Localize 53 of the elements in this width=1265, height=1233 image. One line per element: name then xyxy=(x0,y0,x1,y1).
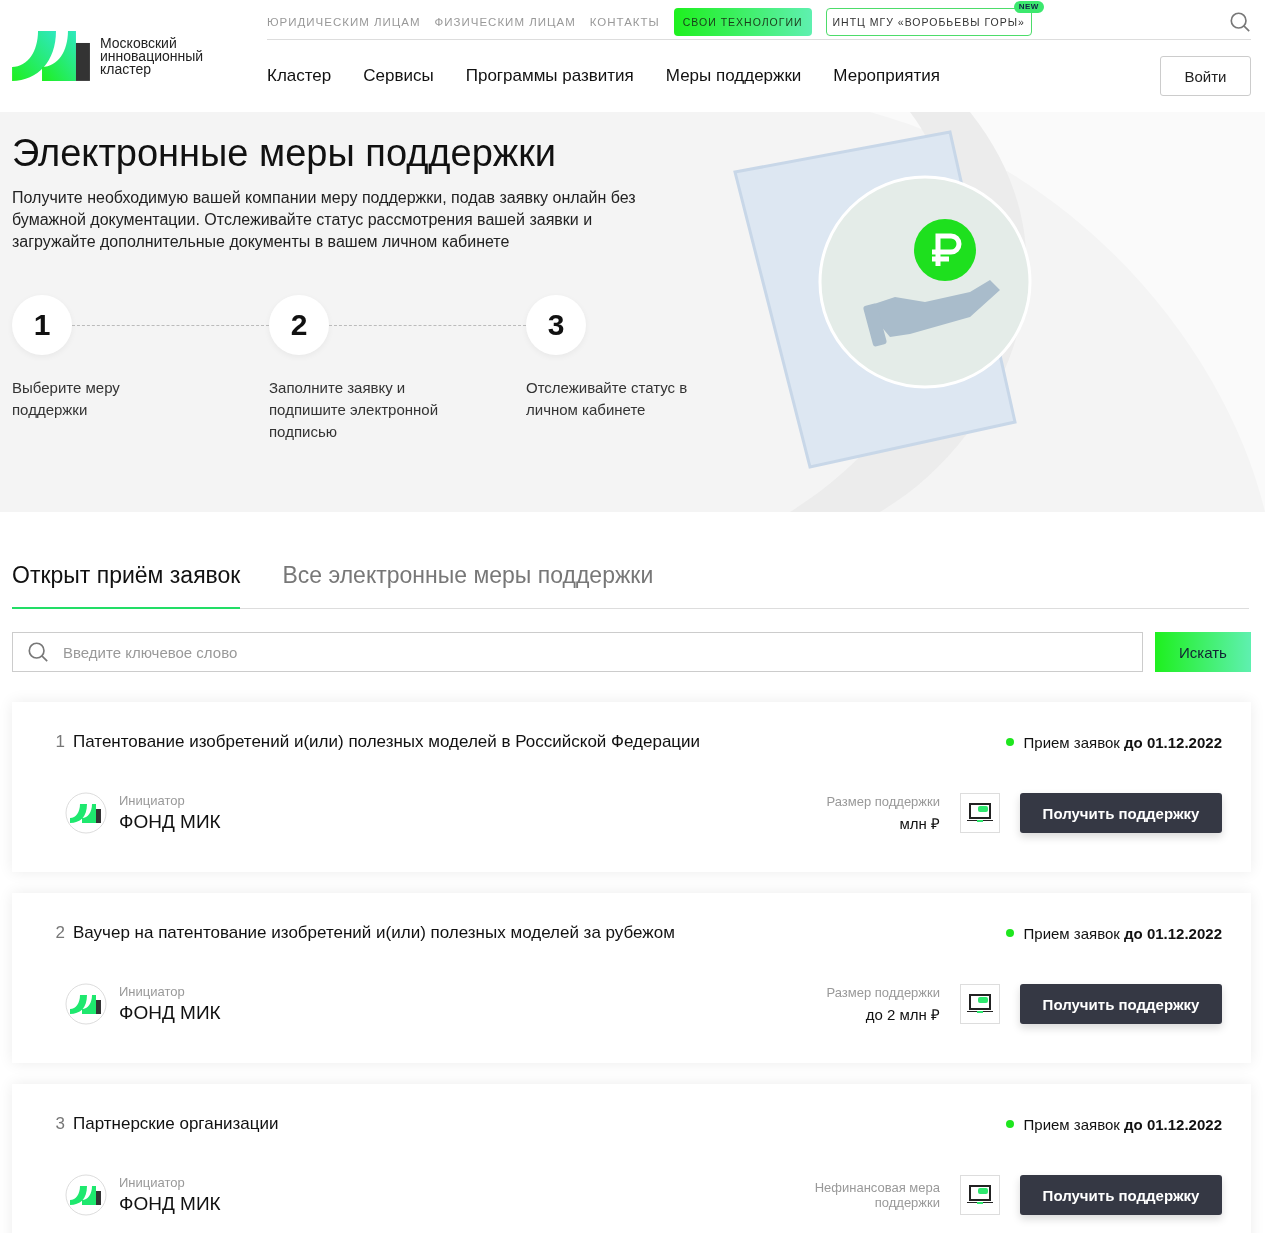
step-label: Заполните заявку и подпишите электронной подписью xyxy=(269,378,439,442)
get-support-button[interactable]: Получить поддержку xyxy=(1020,1175,1222,1215)
search-icon[interactable] xyxy=(1229,10,1251,33)
nav-link[interactable]: Сервисы xyxy=(363,66,434,86)
status-text: Прием заявок до 01.12.2022 xyxy=(1023,733,1222,751)
step-label: Выберите меру поддержки xyxy=(12,378,121,420)
status-text: Прием заявок до 01.12.2022 xyxy=(1023,924,1222,942)
search-icon[interactable] xyxy=(27,641,49,663)
step-label: Отслеживайте статус в личном кабинете xyxy=(526,378,689,420)
initiator-label: Инициатор xyxy=(119,793,186,808)
support-size-label: Размер поддержки xyxy=(826,793,940,809)
nav-link[interactable]: Кластер xyxy=(267,66,332,86)
tab[interactable]: Все электронные меры поддержки xyxy=(282,552,654,609)
step-number: 2 xyxy=(269,295,329,355)
top-button[interactable]: СВОИ ТЕХНОЛОГИИ xyxy=(673,7,812,36)
nav-link[interactable]: Программы развития xyxy=(465,66,634,86)
new-badge: NEW xyxy=(1013,0,1044,13)
measure-title[interactable]: Патентование изобретений и(или) полезных моделей в Российской Федерации xyxy=(73,732,701,752)
measure-number: 2 xyxy=(54,923,65,943)
hero-description: Получите необходимую вашей компании меру поддержки, подав заявку онлайн без бумажной документации. Отслеживайте статус рассмотрения вашей заявки и загружайте дополнительные документы в вашем личном кабинете xyxy=(12,188,637,252)
measure-number: 3 xyxy=(54,1114,65,1134)
initiator-label: Инициатор xyxy=(119,984,186,999)
measure-title[interactable]: Партнерские организации xyxy=(73,1114,279,1134)
step-number: 3 xyxy=(526,295,586,355)
online-laptop-icon xyxy=(960,984,1000,1024)
get-support-button[interactable]: Получить поддержку xyxy=(1020,984,1222,1024)
nav-link[interactable]: Мероприятия xyxy=(833,66,940,86)
initiator-logo-icon xyxy=(65,1174,107,1216)
support-size-value: млн ₽ xyxy=(899,813,940,833)
nav-link[interactable]: Меры поддержки xyxy=(665,66,802,86)
search-field[interactable]: Введите ключевое слово xyxy=(12,632,1143,672)
logo-text: Московский инновационный кластер xyxy=(100,36,205,76)
get-support-button[interactable]: Получить поддержку xyxy=(1020,793,1222,833)
login-button[interactable]: Войти xyxy=(1160,56,1251,96)
status-text: Прием заявок до 01.12.2022 xyxy=(1023,1115,1222,1133)
step-number: 1 xyxy=(12,295,72,355)
initiator-logo-icon xyxy=(65,983,107,1025)
initiator-logo-icon xyxy=(65,792,107,834)
initiator-name: ФОНД МИК xyxy=(119,1002,221,1024)
online-laptop-icon xyxy=(960,1175,1000,1215)
page-title: Электронные меры поддержки xyxy=(12,132,558,175)
search-button[interactable]: Искать xyxy=(1155,632,1251,672)
measure-number: 1 xyxy=(54,732,65,752)
tab[interactable]: Открыт приём заявок xyxy=(12,552,241,609)
logo-icon xyxy=(12,31,90,81)
initiator-name: ФОНД МИК xyxy=(119,1193,221,1215)
support-size-label: Размер поддержки xyxy=(826,984,940,1000)
initiator-name: ФОНД МИК xyxy=(119,811,221,833)
support-size-value: до 2 млн ₽ xyxy=(865,1004,940,1024)
initiator-label: Инициатор xyxy=(119,1175,186,1190)
support-size-label: Нефинансовая мера поддержки xyxy=(813,1180,940,1210)
measure-title[interactable]: Ваучер на патентование изобретений и(или) полезных моделей за рубежом xyxy=(73,923,675,943)
online-laptop-icon xyxy=(960,793,1000,833)
